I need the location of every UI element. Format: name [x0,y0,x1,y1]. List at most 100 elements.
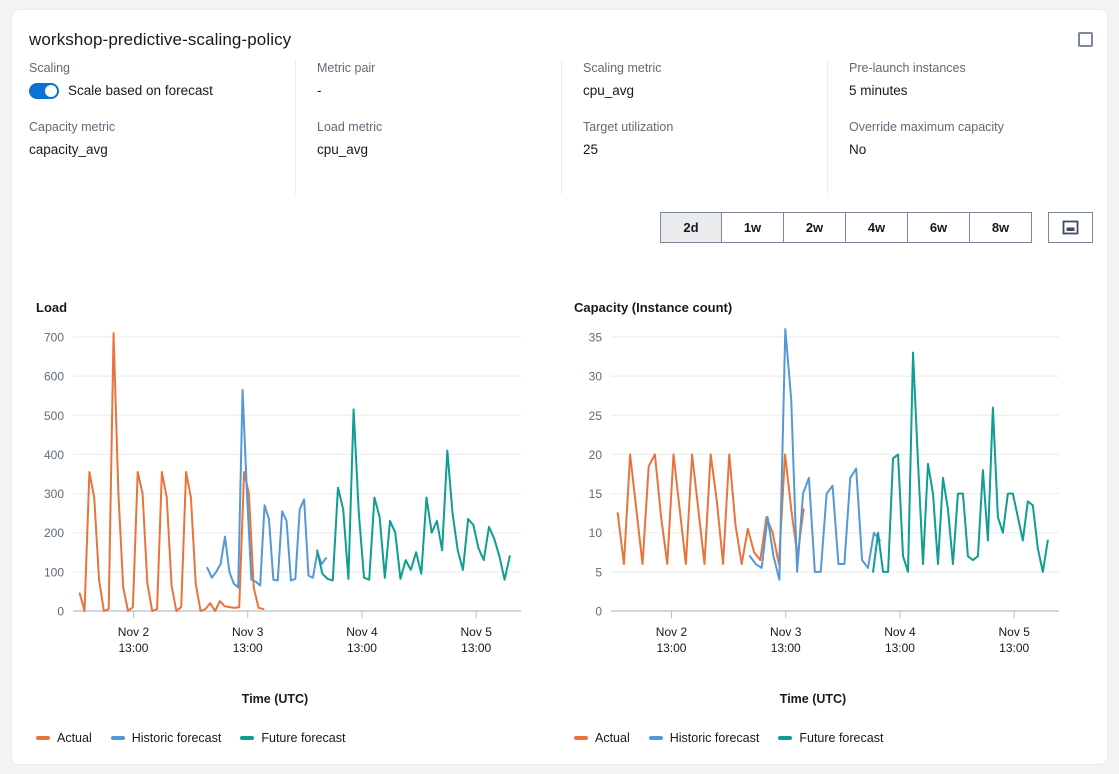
detail-label: Scaling [29,61,70,75]
chart-plot-area: 0 5 10 15 20 25 30 35 Nov 2 13:00 Nov 3 13:00 Nov 4 1… [567,328,1095,655]
image-view-icon [1062,220,1079,234]
time-range-option-1w[interactable]: 1w [722,211,784,243]
chart-legend: Actual Historic forecast Future forecast [36,731,557,745]
time-range-option-4w[interactable]: 4w [846,211,908,243]
legend-swatch-icon [240,736,255,740]
y-axis-tick: 25 [589,409,603,423]
detail-value: capacity_avg [29,142,108,157]
time-range-option-2w[interactable]: 2w [784,211,846,243]
detail-field-pre-launch-instances: Pre-launch instances 5 minutes [849,60,1093,100]
chart-title: Capacity (Instance count) [574,300,733,315]
detail-value: cpu_avg [317,142,369,157]
detail-field-metric-pair: Metric pair - [317,60,561,100]
y-axis-tick: 10 [589,526,603,540]
series-line-actual [78,332,265,612]
legend-swatch-icon [574,736,588,740]
legend-item-actual[interactable]: Actual [36,731,92,745]
y-axis-tick: 15 [589,487,603,501]
x-axis-tick-time: 13:00 [233,641,263,655]
x-axis-tick-day: Nov 2 [656,625,688,639]
y-axis-tick: 0 [595,605,602,619]
x-axis-label: Time (UTC) [241,692,309,706]
detail-value: Scale based on forecast [68,83,213,98]
legend-swatch-icon [36,736,50,740]
detail-field-load-metric: Load metric cpu_avg [317,119,561,159]
chart-title: Load [36,300,68,315]
y-axis-tick: 300 [44,487,64,501]
time-range-option-8w[interactable]: 8w [970,211,1032,243]
legend-item-historic-forecast[interactable]: Historic forecast [110,731,222,745]
y-axis-tick: 20 [589,448,603,462]
legend-item-historic-forecast[interactable]: Historic forecast [648,731,760,745]
legend-swatch-icon [110,736,125,740]
y-axis-tick: 400 [44,448,64,462]
x-axis-tick-day: Nov 5 [461,625,493,639]
x-axis-tick-time: 13:00 [461,641,491,655]
x-axis-tick-time: 13:00 [118,641,148,655]
detail-column-3: Scaling metric cpu_avg Target utilizatio… [561,60,827,194]
legend-item-future-forecast[interactable]: Future forecast [778,731,883,745]
detail-column-4: Pre-launch instances 5 minutes Override … [827,60,1093,194]
y-axis-tick: 30 [589,370,603,384]
detail-label: Metric pair [317,61,376,75]
x-axis-tick-day: Nov 4 [884,625,916,639]
detail-label: Load metric [317,120,383,134]
detail-label: Capacity metric [29,120,116,134]
time-range-option-2d[interactable]: 2d [660,211,722,243]
page-title: workshop-predictive-scaling-policy [29,30,292,49]
y-axis-tick: 500 [44,409,64,423]
series-line-future-forecast [316,408,511,582]
detail-field-scaling: Scaling Scale based on forecast [29,60,295,100]
x-axis-tick-time: 13:00 [999,641,1029,655]
detail-field-capacity-metric: Capacity metric capacity_avg [29,119,295,159]
time-range-bar: 2d 1w 2w 4w 6w 8w [29,206,1093,248]
policy-details-grid: Scaling Scale based on forecast Capacity… [29,60,1093,194]
time-range-segmented-control[interactable]: 2d 1w 2w 4w 6w 8w [660,211,1032,243]
expand-chart-button[interactable] [1048,211,1093,243]
x-axis-tick-day: Nov 3 [232,625,264,639]
x-axis-tick-day: Nov 5 [999,625,1031,639]
y-axis-tick: 200 [44,526,64,540]
time-range-option-6w[interactable]: 6w [908,211,970,243]
detail-value: No [849,142,867,157]
x-axis-tick-time: 13:00 [885,641,915,655]
detail-value: cpu_avg [583,83,635,98]
select-policy-checkbox[interactable] [1078,32,1093,47]
series-line-actual [616,453,805,566]
legend-item-future-forecast[interactable]: Future forecast [240,731,345,745]
y-axis-tick: 0 [57,605,64,619]
legend-item-actual[interactable]: Actual [574,731,630,745]
legend-label: Future forecast [261,731,346,745]
x-axis-tick-time: 13:00 [656,641,686,655]
legend-swatch-icon [648,736,663,740]
detail-value: 5 minutes [849,83,908,98]
legend-label: Historic forecast [131,731,222,745]
x-axis-tick-time: 13:00 [771,641,801,655]
detail-field-override-maximum-capacity: Override maximum capacity No [849,119,1093,159]
x-axis-tick-day: Nov 2 [118,625,150,639]
legend-label: Historic forecast [669,731,760,745]
legend-label: Actual [595,731,630,745]
y-axis-tick: 100 [44,565,64,579]
toggle-knob [45,85,57,97]
detail-label: Override maximum capacity [849,120,1004,134]
y-axis-tick: 5 [595,565,602,579]
chart-legend: Actual Historic forecast Future forecast [574,731,1095,745]
detail-value: 25 [583,142,599,157]
detail-field-scaling-metric: Scaling metric cpu_avg [583,60,827,100]
x-axis-tick-day: Nov 4 [346,625,378,639]
scale-based-on-forecast-toggle[interactable] [29,83,59,99]
load-chart: Load 0 100 200 300 400 500 600 700 Nov 2 13:00 Nov… [29,300,557,760]
detail-label: Target utilization [583,120,674,134]
y-axis-tick: 700 [44,331,64,345]
capacity-chart: Capacity (Instance count) 0 5 10 15 20 25 30 35… [567,300,1095,760]
y-axis-tick: 35 [589,331,603,345]
detail-column-2: Metric pair - Load metric cpu_avg [295,60,561,194]
legend-label: Future forecast [799,731,884,745]
series-line-future-forecast [872,351,1049,573]
x-axis-tick-time: 13:00 [347,641,377,655]
detail-field-target-utilization: Target utilization 25 [583,119,827,159]
detail-value: - [317,83,322,98]
y-axis-tick: 600 [44,370,64,384]
legend-swatch-icon [778,736,793,740]
